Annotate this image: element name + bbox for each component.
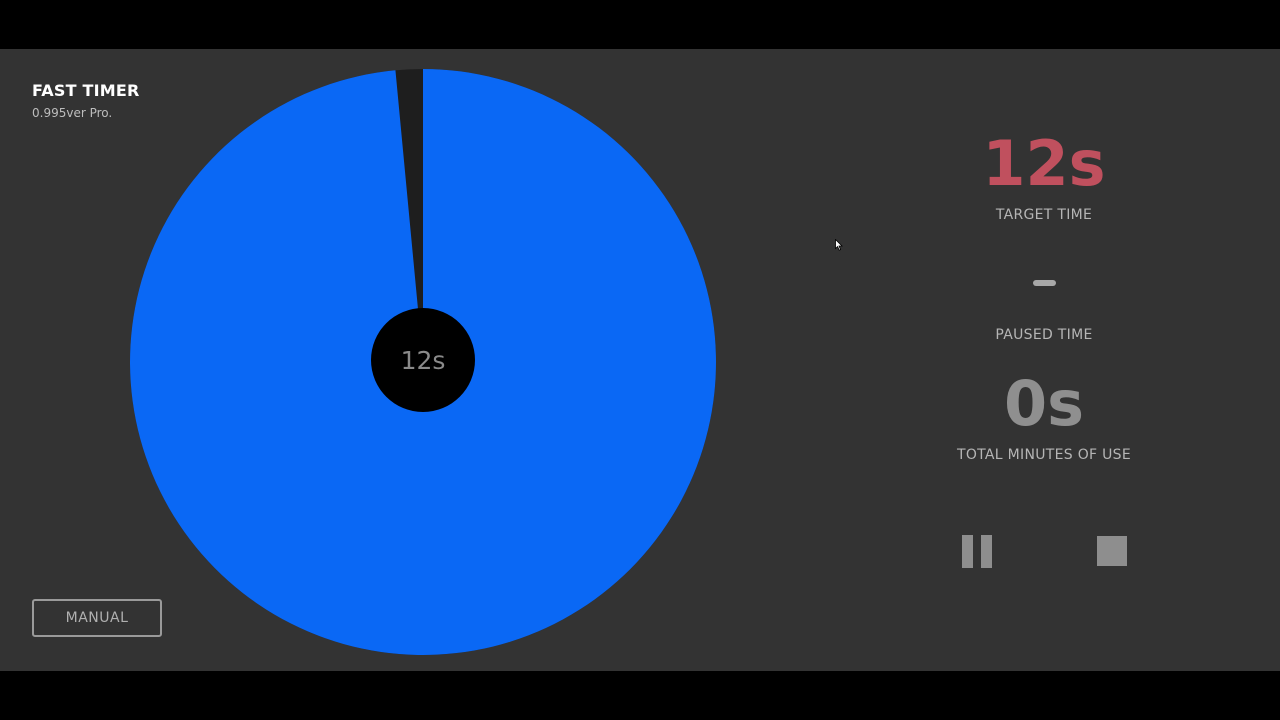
target-time-value: 12s [982, 127, 1106, 200]
letterbox-bottom [0, 671, 1280, 720]
pause-icon [962, 535, 973, 568]
mouse-cursor-icon [835, 239, 843, 251]
total-use-value: 0s [1003, 367, 1085, 440]
app-title: FAST TIMER [32, 81, 140, 100]
pause-button[interactable] [962, 535, 992, 568]
target-time-label: TARGET TIME [995, 207, 1093, 223]
fast-timer-app: FAST TIMER 0.995ver Pro. 12s MANUAL 12s … [0, 49, 1280, 671]
stop-icon[interactable] [1097, 536, 1127, 566]
letterbox-top [0, 0, 1280, 49]
pause-icon-bar [981, 535, 992, 568]
paused-time-value [1033, 280, 1056, 286]
total-use-label: TOTAL MINUTES OF USE [956, 447, 1132, 463]
timer-center-label: 12s [371, 308, 475, 412]
manual-button[interactable]: MANUAL [32, 599, 162, 637]
app-version: 0.995ver Pro. [32, 106, 113, 120]
paused-time-label: PAUSED TIME [995, 327, 1093, 343]
